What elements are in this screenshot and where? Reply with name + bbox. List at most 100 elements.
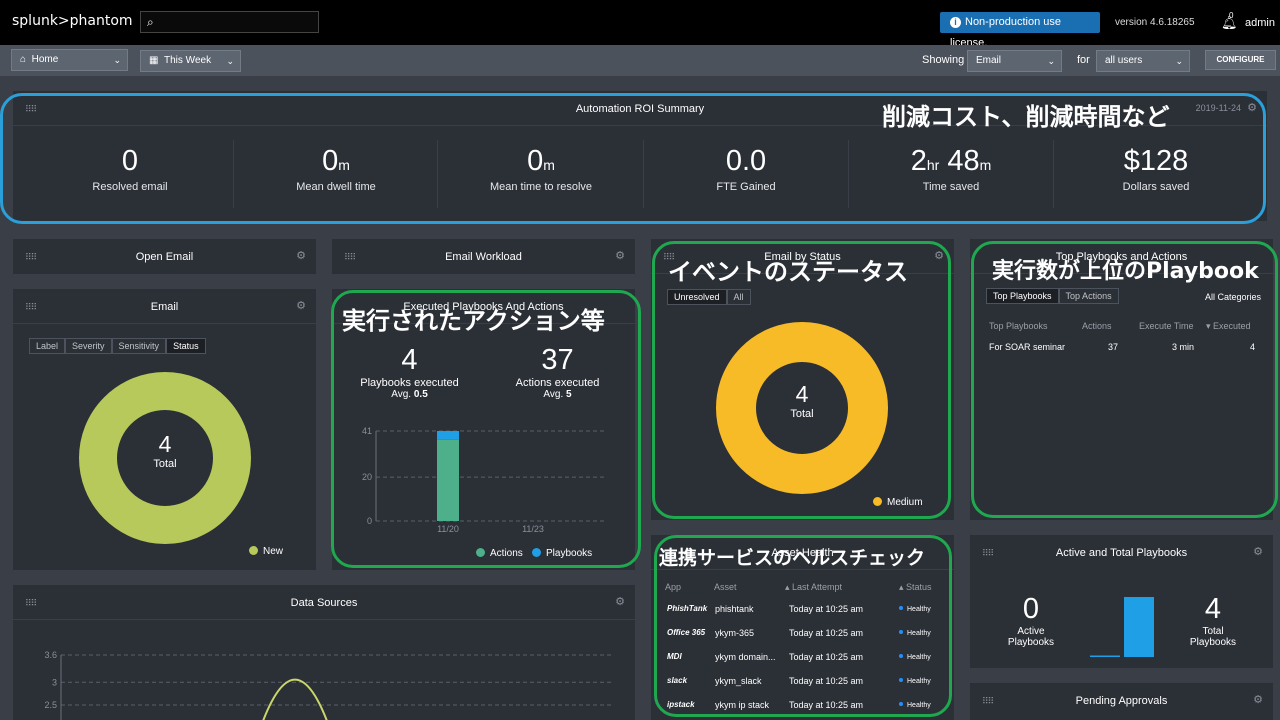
tab-all[interactable]: All (726, 289, 751, 305)
column-header[interactable]: ▴ Status (899, 582, 932, 593)
tab-label[interactable]: Label (29, 338, 66, 354)
gear-icon[interactable]: ⚙ (1247, 101, 1257, 114)
roi-metric: 0m Mean dwell time (236, 145, 436, 193)
app-logo-phishtank: PhishTank (667, 604, 708, 613)
tab-sensitivity[interactable]: Sensitivity (111, 338, 167, 354)
period-select[interactable]: ▦ This Week ⌄ (140, 50, 241, 72)
email-workload-panel: ⠿⠿ Email Workload ⚙ (332, 239, 635, 274)
status-label: Healthy (907, 630, 931, 637)
actions-executed-stat: 37 Actions executed Avg. 5 (490, 344, 625, 400)
metric-unit: hr (926, 157, 940, 173)
donut-total-label: Total (790, 408, 814, 420)
metric-unit: m (543, 157, 555, 173)
column-header[interactable]: Actions (1082, 321, 1112, 331)
gear-icon[interactable]: ⚙ (1253, 545, 1263, 558)
x-tick-label: 11/23 (522, 524, 544, 534)
column-header-label: Status (906, 582, 932, 592)
panel-header: ⠿⠿ Pending Approvals ⚙ (970, 683, 1273, 718)
legend-item[interactable]: New (249, 546, 283, 557)
status-label: Healthy (907, 654, 931, 661)
tab-status[interactable]: Status (166, 338, 206, 354)
total-playbooks-stat: 4 Total Playbooks (1168, 593, 1258, 648)
panel-title: Open Email (135, 251, 194, 263)
roi-metric: 0.0 FTE Gained (646, 145, 846, 193)
active-total-bar-chart (1090, 597, 1154, 657)
status-badge: Healthy (899, 702, 931, 709)
divider (643, 140, 644, 208)
showing-select[interactable]: Email ⌄ (967, 50, 1062, 72)
status-label: Healthy (907, 678, 931, 685)
asset-name: ykym domain... (715, 652, 776, 662)
app-logo[interactable]: splunk>phantom (12, 13, 133, 29)
user-menu[interactable]: admin (1245, 17, 1275, 29)
last-attempt: Today at 10:25 am (789, 628, 864, 638)
panel-title: Data Sources (290, 597, 358, 609)
chevron-down-icon: ⌄ (1047, 56, 1055, 66)
home-select[interactable]: ⌂ Home ⌄ (11, 49, 128, 71)
panel-title: Email (150, 301, 179, 313)
last-attempt: Today at 10:25 am (789, 604, 864, 614)
metric-value: $128 (1123, 145, 1189, 177)
table-row[interactable]: Office 365 ykym-365 Today at 10:25 am Healt… (651, 624, 951, 648)
for-select[interactable]: all users ⌄ (1096, 50, 1190, 72)
legend-label: Playbooks (546, 548, 593, 559)
configure-button[interactable]: CONFIGURE (1205, 50, 1276, 70)
table-row[interactable]: MDI ykym domain... Today at 10:25 am Health… (651, 648, 951, 672)
column-header[interactable]: Top Playbooks (989, 321, 1048, 331)
for-label: for (1077, 54, 1090, 66)
tab-top-actions[interactable]: Top Actions (1058, 288, 1119, 304)
period-select-label: This Week (164, 55, 212, 66)
metric-label: Mean dwell time (296, 181, 376, 193)
stat-value: 4 (401, 344, 418, 376)
gear-icon[interactable]: ⚙ (296, 249, 306, 262)
metric-label: Dollars saved (1122, 181, 1190, 193)
legend-item[interactable]: Medium (873, 497, 923, 508)
column-header[interactable]: App (665, 582, 681, 592)
tab-top-playbooks[interactable]: Top Playbooks (986, 288, 1059, 304)
search-input[interactable]: ⌕ (140, 11, 319, 33)
categories-select[interactable]: All Categories (1205, 292, 1261, 302)
roi-date: 2019-11-24 (1195, 103, 1241, 113)
column-header[interactable]: Execute Time (1139, 321, 1194, 331)
status-badge: Healthy (899, 630, 931, 637)
gear-icon[interactable]: ⚙ (1253, 693, 1263, 706)
table-row[interactable]: PhishTank phishtank Today at 10:25 am Healt… (651, 600, 951, 624)
column-header-label: Executed (1213, 321, 1251, 331)
table-row[interactable]: slack ykym_slack Today at 10:25 am Healthy (651, 672, 951, 696)
bar-total (1124, 597, 1154, 657)
donut-total: 4 (795, 381, 809, 407)
bar-active (1090, 655, 1120, 657)
column-header-sorted[interactable]: ▾ Executed (1206, 321, 1251, 332)
column-header[interactable]: Asset (714, 582, 737, 592)
y-tick-label: 2.5 (44, 700, 57, 710)
status-badge: Healthy (899, 606, 931, 613)
email-panel: ⠿⠿ Email ⚙ Label Severity Sensitivity Stat… (13, 289, 316, 570)
search-icon: ⌕ (147, 15, 154, 29)
chevron-down-icon: ⌄ (113, 55, 121, 65)
gear-icon[interactable]: ⚙ (934, 249, 944, 262)
gear-icon[interactable]: ⚙ (296, 299, 306, 312)
gear-icon[interactable]: ⚙ (615, 249, 625, 262)
annotation-top: 実行数が上位のPlaybook (992, 259, 1259, 284)
legend-item[interactable]: Playbooks (532, 548, 592, 559)
gear-icon[interactable]: ⚙ (615, 595, 625, 608)
roi-metric: 0 Resolved email (30, 145, 230, 193)
legend-dot (249, 546, 258, 555)
y-tick-label: 41 (362, 426, 372, 436)
legend-item[interactable]: Actions (476, 548, 523, 559)
tab-severity[interactable]: Severity (65, 338, 112, 354)
top-tabs: Top Playbooks Top Actions (986, 288, 1119, 304)
table-row[interactable]: ipstack ykym ip stack Today at 10:25 am Hea… (651, 696, 951, 720)
last-attempt: Today at 10:25 am (789, 676, 864, 686)
avg-label: Avg. (543, 389, 564, 400)
tab-unresolved[interactable]: Unresolved (667, 289, 727, 305)
column-header[interactable]: ▴ Last Attempt (785, 582, 842, 593)
table-cell: 3 min (1172, 342, 1195, 352)
column-header-label: Last Attempt (792, 582, 843, 592)
status-label: Healthy (907, 606, 931, 613)
executed-bar-chart: 0 20 41 11/20 11/23 (362, 426, 606, 534)
stat-label: Active Playbooks (1007, 626, 1055, 648)
license-badge[interactable]: i Non-production use license. (940, 12, 1100, 49)
annotation-actions: 実行されたアクション等 (342, 307, 605, 335)
table-cell[interactable]: For SOAR seminar (989, 342, 1065, 352)
